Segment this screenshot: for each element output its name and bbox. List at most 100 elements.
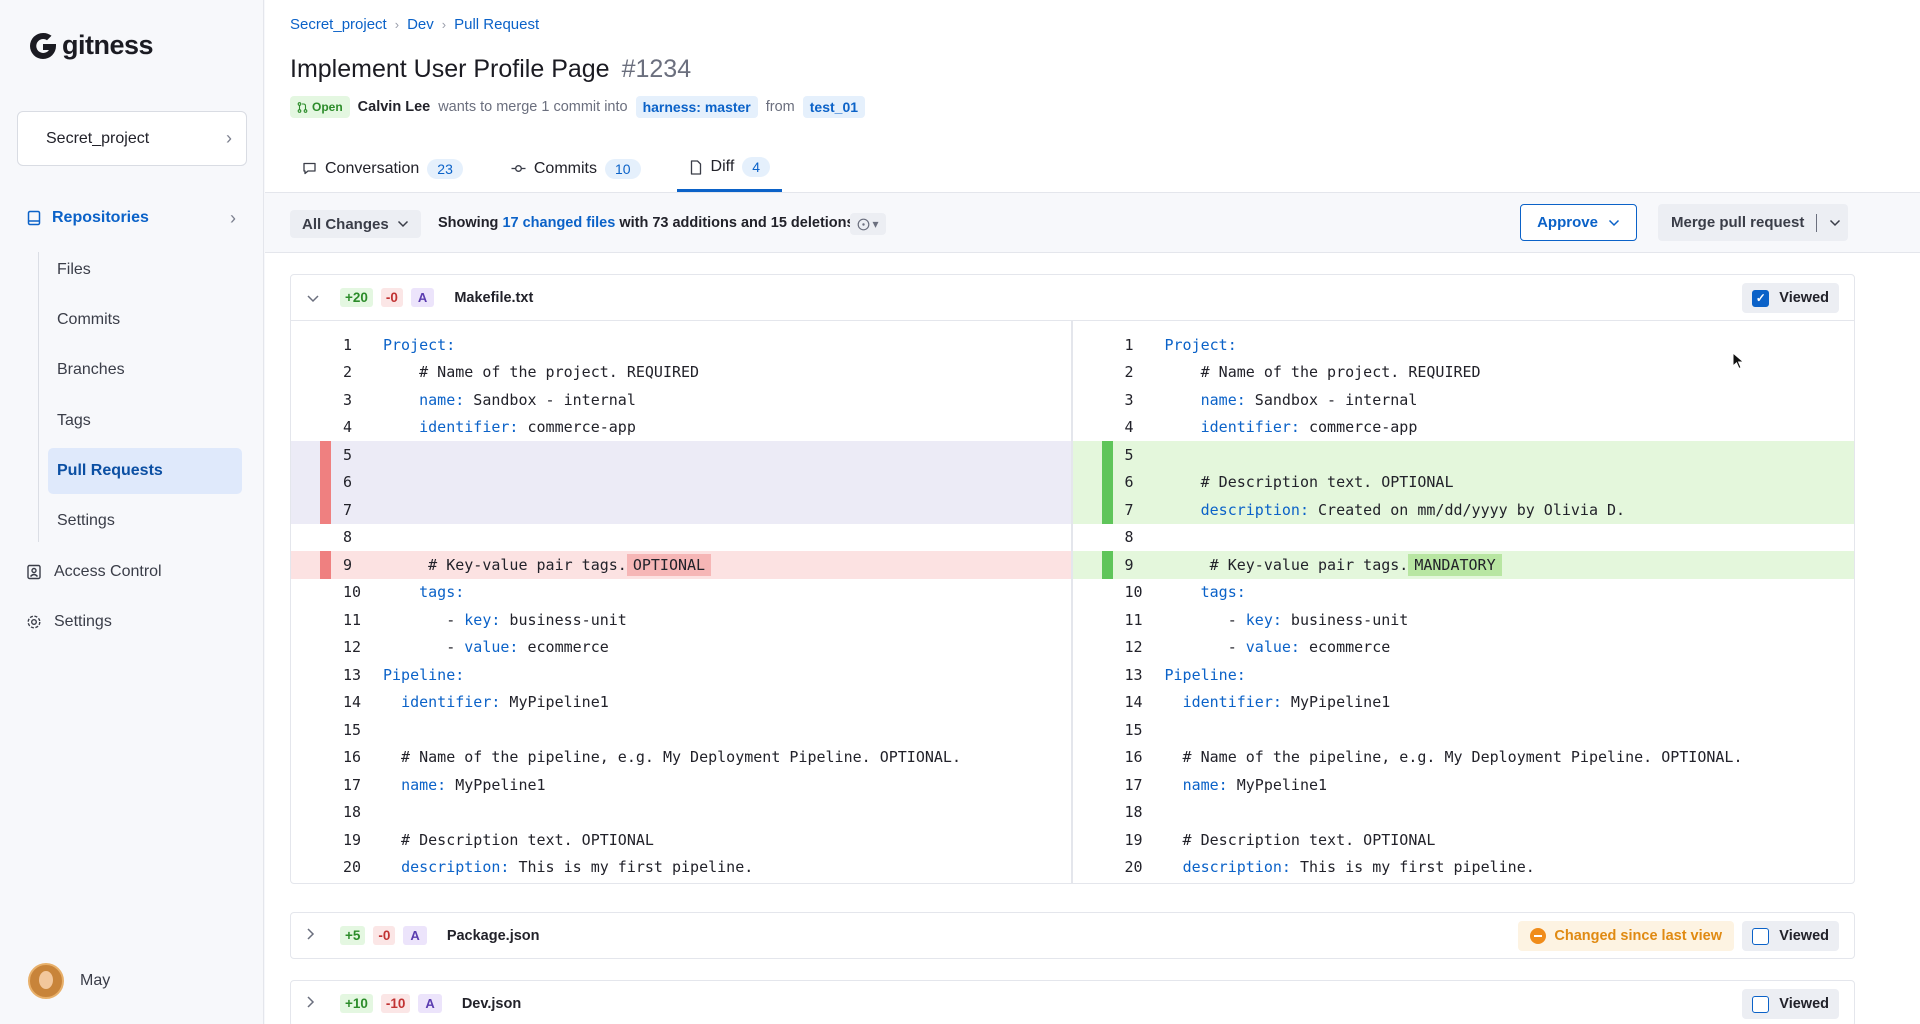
line-code: tags: [383, 583, 464, 601]
changed-label: Changed since last view [1554, 928, 1722, 944]
viewed-checkbox[interactable]: Viewed [1742, 989, 1839, 1019]
diff-line: 7 [291, 496, 1071, 524]
diff-line: 14 identifier: MyPipeline1 [1073, 689, 1855, 717]
pr-author[interactable]: Calvin Lee [358, 99, 431, 115]
code-text: # Description text. OPTIONAL [1164, 473, 1454, 492]
code-key: name: [419, 390, 465, 409]
avatar [28, 963, 64, 999]
brand-logo[interactable]: gitness [28, 30, 154, 61]
line-code: description: This is my first pipeline. [383, 858, 753, 876]
code-key: Project: [383, 335, 456, 354]
code-key: identifier: [419, 418, 519, 437]
change-marker [320, 661, 331, 689]
viewed-checkbox[interactable]: ✓ Viewed [1742, 283, 1839, 313]
code-key: description: [1200, 500, 1309, 519]
tab-diff[interactable]: Diff 4 [676, 145, 783, 192]
change-marker [1101, 496, 1113, 524]
diff-line: 13 Pipeline: [291, 661, 1071, 689]
code-text: - [383, 638, 465, 657]
file-header[interactable]: +20 -0 A Makefile.txt ✓ Viewed [291, 275, 1854, 320]
approve-button[interactable]: Approve [1520, 204, 1637, 241]
chat-icon [303, 162, 316, 175]
breadcrumb-link-dev[interactable]: Dev [407, 16, 434, 33]
repo-selector[interactable]: Secret_project › [17, 111, 247, 166]
sidebar-item-access-control[interactable]: Access Control [26, 559, 162, 585]
breadcrumb-link-repo[interactable]: Secret_project [290, 16, 387, 33]
sidebar-item-files[interactable]: Files [48, 247, 242, 293]
chevron-right-icon[interactable] [306, 995, 326, 1012]
nav-rail [38, 252, 39, 542]
pr-tabs: Conversation 23 Commits 10 Diff 4 [290, 145, 806, 193]
diff-options-button[interactable]: ▾ [850, 213, 886, 235]
commit-icon [511, 165, 526, 172]
line-code: identifier: MyPipeline1 [383, 693, 609, 711]
sidebar-item-settings[interactable]: Settings [26, 609, 112, 635]
code-text: business-unit [500, 610, 627, 629]
sidebar-item-pull-requests[interactable]: Pull Requests [48, 448, 242, 494]
change-marker [1102, 689, 1113, 717]
line-number: 16 [1124, 748, 1143, 767]
file-header[interactable]: +10 -10 A Dev.json Viewed [291, 981, 1854, 1024]
merge-pull-request-button[interactable]: Merge pull request [1658, 204, 1848, 241]
change-marker [320, 826, 331, 854]
chevron-down-icon[interactable] [306, 290, 326, 306]
file-name[interactable]: Makefile.txt [454, 290, 533, 306]
code-key: value: [1245, 638, 1300, 657]
source-branch[interactable]: test_01 [802, 96, 866, 118]
code-key: value: [464, 638, 519, 657]
line-number: 2 [343, 363, 353, 382]
target-branch[interactable]: harness: master [635, 96, 758, 118]
change-marker [320, 496, 331, 524]
sidebar-item-repositories[interactable]: Repositories › [26, 206, 236, 230]
pr-number: #1234 [621, 55, 692, 83]
line-number: 7 [343, 500, 353, 519]
line-number: 8 [343, 528, 353, 547]
line-code: name: MyPpeline1 [383, 776, 546, 794]
change-marker [320, 854, 331, 882]
file-header[interactable]: +5 -0 A Package.json Changed since last … [291, 913, 1854, 958]
checkbox-unchecked-icon [1752, 995, 1770, 1013]
sidebar-item-tags[interactable]: Tags [48, 398, 242, 444]
change-marker [1101, 441, 1113, 469]
file-name[interactable]: Dev.json [462, 996, 521, 1012]
diff-line: 9 # Key-value pair tags. OPTIONAL [291, 551, 1071, 579]
line-number: 6 [343, 473, 353, 492]
repo-name: Secret_project [46, 129, 150, 147]
sidebar-section-label: Repositories [52, 209, 149, 226]
file-name[interactable]: Package.json [447, 928, 540, 944]
sidebar-item-commits[interactable]: Commits [48, 297, 242, 343]
sidebar-item-repo-settings[interactable]: Settings [48, 498, 242, 544]
warning-icon [1530, 928, 1547, 944]
line-number: 8 [1124, 528, 1134, 547]
viewed-checkbox[interactable]: Viewed [1742, 921, 1839, 951]
changes-filter-dropdown[interactable]: All Changes [290, 210, 421, 238]
line-number: 11 [1124, 610, 1143, 629]
diff-line: 18 [291, 799, 1071, 827]
sidebar-item-branches[interactable]: Branches [48, 347, 242, 393]
additions-count: +20 [340, 288, 373, 307]
changed-files-link[interactable]: 17 changed files [502, 215, 615, 231]
tab-conversation[interactable]: Conversation 23 [290, 145, 475, 192]
diff-line: 3 name: Sandbox - internal [1073, 386, 1855, 414]
sidebar-item-label: Commits [57, 311, 121, 328]
change-marker [1102, 386, 1113, 414]
chevron-right-icon[interactable] [306, 927, 326, 944]
line-number: 11 [343, 610, 362, 629]
repository-icon [27, 210, 41, 226]
line-code: name: MyPpeline1 [1165, 776, 1328, 794]
tab-commits[interactable]: Commits 10 [499, 145, 653, 192]
deletions-count: -10 [380, 994, 411, 1013]
change-marker [1102, 606, 1113, 634]
user-menu[interactable]: May [28, 963, 110, 999]
chevron-down-icon[interactable] [1817, 219, 1843, 227]
line-number: 7 [1124, 500, 1134, 519]
line-number: 5 [1124, 445, 1134, 464]
line-number: 6 [1124, 473, 1134, 492]
diff-line: 11 - key: business-unit [1073, 606, 1855, 634]
diff-toolbar: All Changes Showing 17 changed files wit… [265, 193, 1920, 253]
breadcrumb-link-pull-request[interactable]: Pull Request [454, 16, 539, 33]
